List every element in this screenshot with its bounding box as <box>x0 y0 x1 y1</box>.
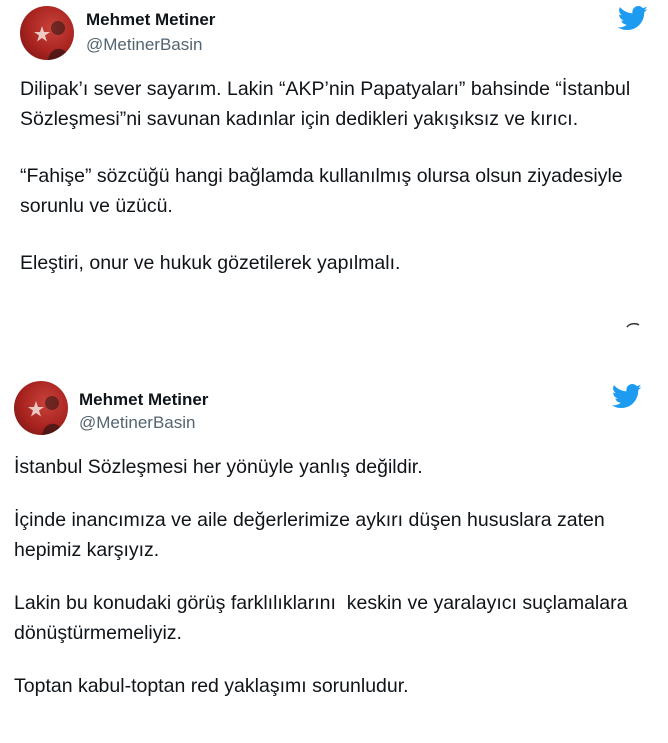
tweet-paragraph: Lakin bu konudaki görüş farklılıklarını … <box>14 592 633 644</box>
author-handle[interactable]: @MetinerBasin <box>79 413 195 433</box>
tweet-text: İstanbul Sözleşmesi her yönüyle yanlış d… <box>14 452 659 701</box>
tweet-paragraph: Dilipak’ı sever sayarım. Lakin “AKP’nin … <box>20 78 631 130</box>
tweet-paragraph: Eleştiri, onur ve hukuk gözetilerek yapı… <box>20 252 401 274</box>
author-name[interactable]: Mehmet Metiner <box>79 390 208 410</box>
tweet-card[interactable]: Mehmet Metiner @MetinerBasin Dilipak’ı s… <box>0 0 668 340</box>
tweet-paragraph: “Fahişe” sözcüğü hangi bağlamda kullanıl… <box>20 165 623 217</box>
avatar[interactable] <box>14 381 68 435</box>
divider-mark <box>626 322 640 328</box>
twitter-bird-icon[interactable] <box>612 384 642 409</box>
twitter-bird-icon[interactable] <box>618 6 648 31</box>
tweet-text: Dilipak’ı sever sayarım. Lakin “AKP’nin … <box>20 74 660 278</box>
tweet-paragraph: Toptan kabul-toptan red yaklaşımı sorunl… <box>14 675 409 697</box>
author-name[interactable]: Mehmet Metiner <box>86 10 215 30</box>
tweet-paragraph: İçinde inancımıza ve aile değerlerimize … <box>14 509 605 561</box>
avatar[interactable] <box>20 6 74 60</box>
tweet-card[interactable]: Mehmet Metiner @MetinerBasin İstanbul Sö… <box>0 362 668 743</box>
tweet-paragraph: İstanbul Sözleşmesi her yönüyle yanlış d… <box>14 456 423 478</box>
author-handle[interactable]: @MetinerBasin <box>86 35 202 55</box>
